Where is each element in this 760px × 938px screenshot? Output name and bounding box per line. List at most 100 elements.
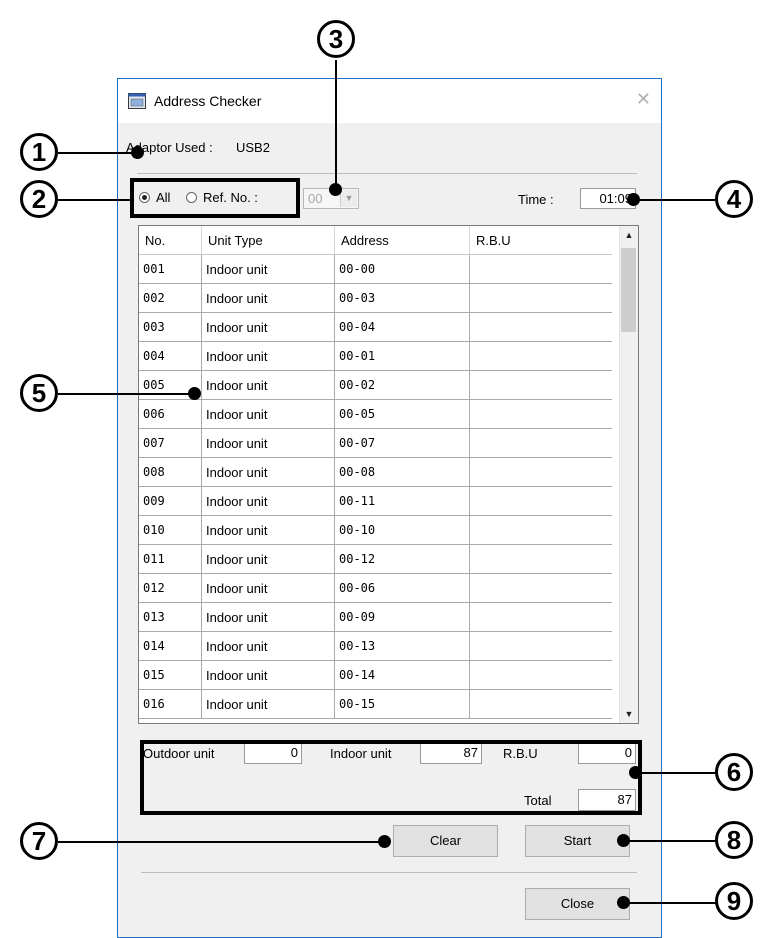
close-button[interactable]: Close xyxy=(525,888,630,920)
callout-9-dot xyxy=(617,896,630,909)
table-row[interactable]: 001 Indoor unit 00-00 xyxy=(139,254,612,284)
cell-no: 012 xyxy=(139,573,202,603)
cell-rbu xyxy=(469,631,612,661)
cell-unit-type: Indoor unit xyxy=(201,515,335,545)
vertical-scrollbar[interactable]: ▲ ▼ xyxy=(619,226,638,723)
app-window-icon xyxy=(128,93,146,109)
table-row[interactable]: 005 Indoor unit 00-02 xyxy=(139,370,612,400)
time-label: Time : xyxy=(518,192,554,207)
close-window-icon[interactable]: ✕ xyxy=(636,89,651,110)
scroll-thumb[interactable] xyxy=(621,248,636,332)
table-row[interactable]: 008 Indoor unit 00-08 xyxy=(139,457,612,487)
callout-4-dot xyxy=(627,193,640,206)
table-row[interactable]: 009 Indoor unit 00-11 xyxy=(139,486,612,516)
cell-rbu xyxy=(469,486,612,516)
table-row[interactable]: 006 Indoor unit 00-05 xyxy=(139,399,612,429)
clear-button[interactable]: Clear xyxy=(393,825,498,857)
adaptor-value: USB2 xyxy=(236,140,270,155)
cell-rbu xyxy=(469,399,612,429)
cell-no: 006 xyxy=(139,399,202,429)
table-row[interactable]: 003 Indoor unit 00-04 xyxy=(139,312,612,342)
table-row[interactable]: 015 Indoor unit 00-14 xyxy=(139,660,612,690)
cell-unit-type: Indoor unit xyxy=(201,254,335,284)
cell-address: 00-10 xyxy=(334,515,470,545)
cell-rbu xyxy=(469,660,612,690)
callout-8-line xyxy=(624,840,716,842)
cell-no: 004 xyxy=(139,341,202,371)
cell-no: 002 xyxy=(139,283,202,313)
callout-3-dot xyxy=(329,183,342,196)
start-button[interactable]: Start xyxy=(525,825,630,857)
table-row[interactable]: 011 Indoor unit 00-12 xyxy=(139,544,612,574)
cell-no: 008 xyxy=(139,457,202,487)
cell-no: 013 xyxy=(139,602,202,632)
cell-unit-type: Indoor unit xyxy=(201,399,335,429)
cell-rbu xyxy=(469,573,612,603)
table-row[interactable]: 010 Indoor unit 00-10 xyxy=(139,515,612,545)
callout-4-line xyxy=(635,199,715,201)
col-rbu-header[interactable]: R.B.U xyxy=(469,226,612,255)
cell-unit-type: Indoor unit xyxy=(201,428,335,458)
ref-no-select-value: 00 xyxy=(308,191,323,206)
scroll-up-icon[interactable]: ▲ xyxy=(620,226,638,244)
cell-unit-type: Indoor unit xyxy=(201,486,335,516)
table-row[interactable]: 014 Indoor unit 00-13 xyxy=(139,631,612,661)
callout-5-line xyxy=(58,393,198,395)
cell-rbu xyxy=(469,515,612,545)
cell-unit-type: Indoor unit xyxy=(201,457,335,487)
cell-address: 00-09 xyxy=(334,602,470,632)
callout-7-dot xyxy=(378,835,391,848)
cell-rbu xyxy=(469,312,612,342)
cell-rbu xyxy=(469,544,612,574)
table-row[interactable]: 013 Indoor unit 00-09 xyxy=(139,602,612,632)
callout-2-line xyxy=(58,199,132,201)
callout-5: 5 xyxy=(20,374,58,412)
cell-unit-type: Indoor unit xyxy=(201,689,335,719)
table-row[interactable]: 002 Indoor unit 00-03 xyxy=(139,283,612,313)
cell-address: 00-01 xyxy=(334,341,470,371)
table-row[interactable]: 012 Indoor unit 00-06 xyxy=(139,573,612,603)
chevron-down-icon[interactable]: ▼ xyxy=(340,190,357,207)
cell-no: 014 xyxy=(139,631,202,661)
summary-highlight-frame xyxy=(140,740,642,815)
cell-rbu xyxy=(469,602,612,632)
col-address-header[interactable]: Address xyxy=(334,226,470,255)
cell-address: 00-08 xyxy=(334,457,470,487)
table-row[interactable]: 004 Indoor unit 00-01 xyxy=(139,341,612,371)
table-row[interactable]: 007 Indoor unit 00-07 xyxy=(139,428,612,458)
cell-no: 009 xyxy=(139,486,202,516)
cell-no: 010 xyxy=(139,515,202,545)
cell-no: 007 xyxy=(139,428,202,458)
callout-6-dot xyxy=(629,766,642,779)
col-unit-type-header[interactable]: Unit Type xyxy=(201,226,335,255)
cell-rbu xyxy=(469,428,612,458)
callout-1: 1 xyxy=(20,133,58,171)
table-row[interactable]: 016 Indoor unit 00-15 xyxy=(139,689,612,719)
cell-no: 003 xyxy=(139,312,202,342)
callout-6: 6 xyxy=(715,753,753,791)
cell-address: 00-15 xyxy=(334,689,470,719)
cell-address: 00-12 xyxy=(334,544,470,574)
cell-address: 00-13 xyxy=(334,631,470,661)
scroll-down-icon[interactable]: ▼ xyxy=(620,705,638,723)
cell-unit-type: Indoor unit xyxy=(201,312,335,342)
callout-3: 3 xyxy=(317,20,355,58)
cell-no: 011 xyxy=(139,544,202,574)
cell-address: 00-04 xyxy=(334,312,470,342)
cell-unit-type: Indoor unit xyxy=(201,544,335,574)
cell-no: 016 xyxy=(139,689,202,719)
window-title: Address Checker xyxy=(154,93,262,109)
cell-unit-type: Indoor unit xyxy=(201,341,335,371)
callout-7: 7 xyxy=(20,822,58,860)
cell-rbu xyxy=(469,370,612,400)
cell-rbu xyxy=(469,341,612,371)
cell-unit-type: Indoor unit xyxy=(201,573,335,603)
address-table[interactable]: No. Unit Type Address R.B.U 001 Indoor un… xyxy=(138,225,639,724)
callout-7-line xyxy=(58,841,384,843)
table-header-row: No. Unit Type Address R.B.U xyxy=(139,226,612,255)
col-no-header[interactable]: No. xyxy=(139,226,202,255)
cell-rbu xyxy=(469,457,612,487)
cell-address: 00-02 xyxy=(334,370,470,400)
callout-4: 4 xyxy=(715,180,753,218)
callout-8: 8 xyxy=(715,821,753,859)
